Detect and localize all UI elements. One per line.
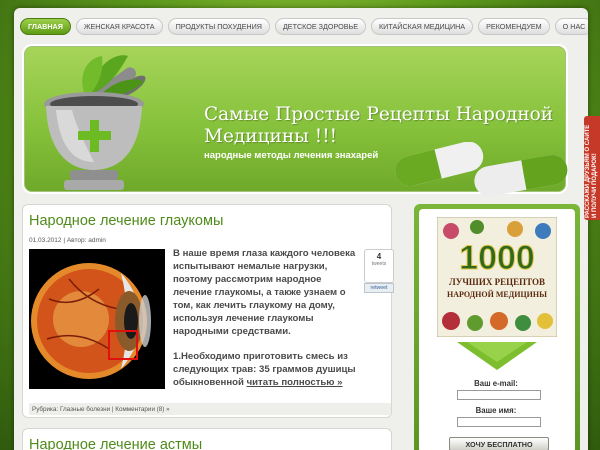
tweet-counter: 4 tweets: [364, 249, 394, 283]
main-nav: Главная Женская красота Продукты похуден…: [20, 18, 588, 35]
category-link[interactable]: Глазные болезни: [60, 406, 110, 413]
post-footer: Рубрика: Глазные болезни | Комментарии (…: [29, 403, 391, 415]
nav-item-recommended[interactable]: Рекомендуем: [478, 18, 550, 35]
post-title[interactable]: Народное лечение глаукомы: [29, 213, 223, 229]
promo-text: РАССКАЖИ ДРУЗЬЯМ О САЙТЕ И ПОЛУЧИ ПОДАРО…: [585, 125, 599, 218]
nav-item-child-health[interactable]: Детское здоровье: [274, 18, 366, 35]
promo-side-tab[interactable]: РАССКАЖИ ДРУЗЬЯМ О САЙТЕ И ПОЛУЧИ ПОДАРО…: [584, 116, 600, 220]
promo-line-1: РАССКАЖИ ДРУЗЬЯМ О САЙТЕ: [585, 124, 591, 218]
subscribe-widget: 1000 ЛУЧШИХ РЕЦЕПТОВ НАРОДНОЙ МЕДИЦИНЫ В…: [414, 204, 580, 450]
nav-item-home[interactable]: Главная: [20, 18, 71, 35]
subscribe-panel: 1000 ЛУЧШИХ РЕЦЕПТОВ НАРОДНОЙ МЕДИЦИНЫ В…: [419, 209, 575, 450]
category-prefix: Рубрика:: [32, 405, 59, 413]
tweet-label: tweets: [371, 261, 387, 267]
nav-item-womens-beauty[interactable]: Женская красота: [75, 18, 163, 35]
name-label: Ваше имя:: [475, 406, 517, 415]
nav-item-chinese-medicine[interactable]: Китайская медицина: [371, 18, 474, 35]
name-field[interactable]: [457, 417, 541, 427]
post-excerpt: В наше время глаза каждого человека испы…: [173, 247, 357, 389]
promo-line-2: И ПОЛУЧИ ПОДАРОК!: [592, 153, 598, 218]
nav-item-about[interactable]: О нас: [554, 18, 588, 35]
page-container: Главная Женская красота Продукты похуден…: [14, 8, 588, 450]
read-more-link[interactable]: читать полностью »: [247, 377, 343, 388]
mortar-pestle-logo-icon: [44, 55, 146, 190]
nav-item-weight-loss[interactable]: Продукты похудения: [167, 18, 270, 35]
email-field[interactable]: [457, 390, 541, 400]
post-card: Народное лечение астмы: [22, 428, 392, 450]
post-title[interactable]: Народное лечение астмы: [29, 437, 202, 450]
book-title-line2: НАРОДНОЙ МЕДИЦИНЫ: [447, 290, 547, 299]
email-label: Ваш e-mail:: [474, 379, 518, 388]
book-number: 1000: [459, 239, 535, 277]
book-title-line1: ЛУЧШИХ РЕЦЕПТОВ: [449, 277, 545, 287]
post-card: Народное лечение глаукомы 01.03.2012 | А…: [22, 204, 394, 418]
post-meta: 01.03.2012 | Автор: admin: [29, 237, 106, 244]
post-paragraph-2: 1.Необходимо приготовить смесь из следую…: [173, 350, 357, 389]
site-header: Самые Простые Рецепты Народной Медицины …: [22, 44, 568, 196]
post-paragraph-1: В наше время глаза каждого человека испы…: [173, 248, 356, 337]
book-cover-image: 1000 ЛУЧШИХ РЕЦЕПТОВ НАРОДНОЙ МЕДИЦИНЫ: [437, 217, 557, 337]
pills-icon: [394, 142, 568, 196]
retweet-button[interactable]: retweet: [364, 283, 394, 293]
arrow-down-icon: [457, 342, 537, 370]
eye-anatomy-image: [29, 249, 165, 389]
tweet-count: 4: [376, 252, 382, 261]
subscribe-button[interactable]: ХОЧУ БЕСПЛАТНО: [449, 437, 549, 450]
comments-link[interactable]: Комментарии (8) »: [115, 406, 169, 413]
site-subtitle: народные методы лечения знахарей: [204, 150, 379, 161]
